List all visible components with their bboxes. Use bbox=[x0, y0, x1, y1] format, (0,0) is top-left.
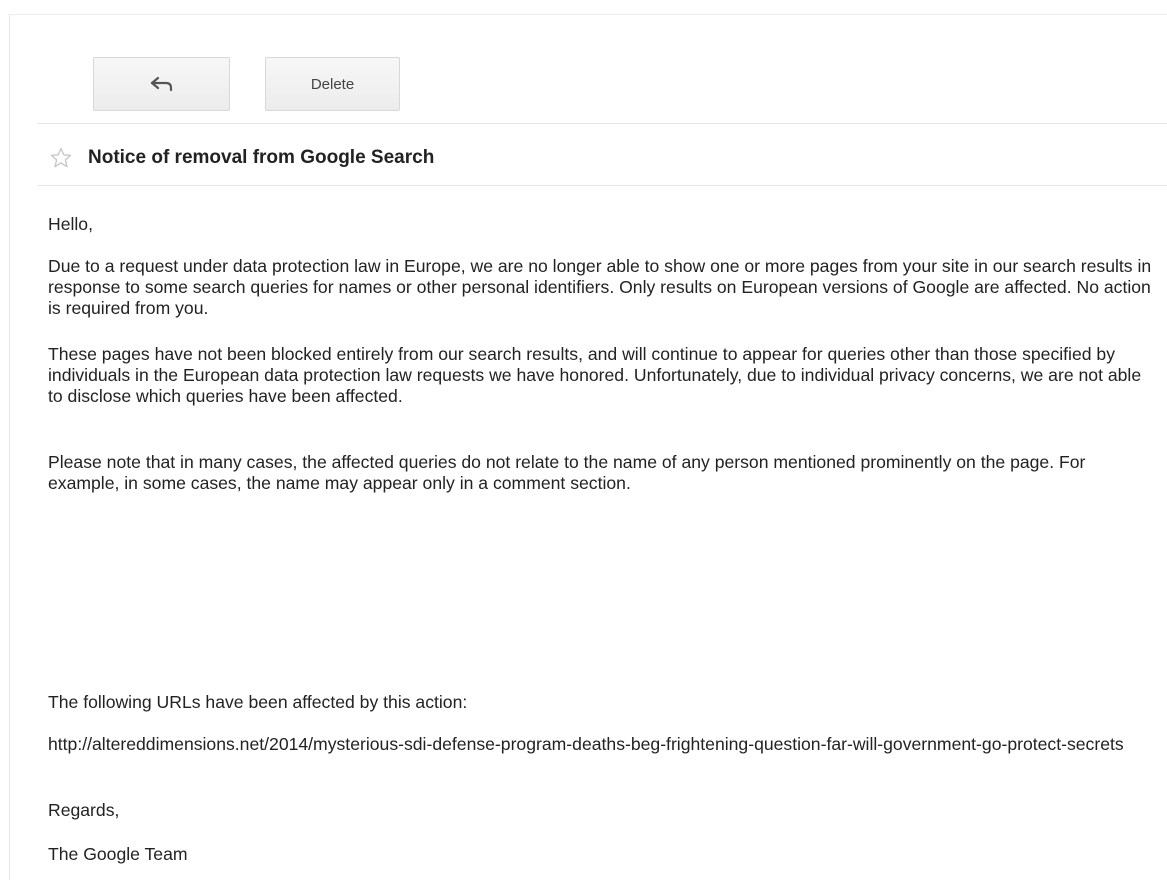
body-paragraph-1: Due to a request under data protection l… bbox=[48, 256, 1152, 318]
closing: Regards, bbox=[48, 800, 120, 820]
reply-arrow-icon bbox=[150, 76, 172, 92]
body-paragraph-2: These pages have not been blocked entire… bbox=[48, 344, 1142, 406]
message-subject: Notice of removal from Google Search bbox=[88, 147, 435, 168]
star-toggle[interactable] bbox=[48, 145, 74, 171]
toolbar-divider bbox=[38, 123, 1167, 124]
greeting: Hello, bbox=[48, 214, 93, 234]
message-toolbar: Delete bbox=[93, 57, 400, 111]
subject-row: Notice of removal from Google Search bbox=[48, 142, 434, 174]
back-button[interactable] bbox=[93, 57, 230, 111]
signature: The Google Team bbox=[48, 844, 188, 864]
affected-url: http://altereddimensions.net/2014/myster… bbox=[48, 734, 1124, 754]
subject-divider bbox=[38, 185, 1167, 186]
delete-button[interactable]: Delete bbox=[265, 57, 400, 111]
urls-intro: The following URLs have been affected by… bbox=[48, 692, 468, 712]
body-paragraph-3: Please note that in many cases, the affe… bbox=[48, 452, 1086, 493]
star-outline-icon bbox=[50, 147, 72, 168]
